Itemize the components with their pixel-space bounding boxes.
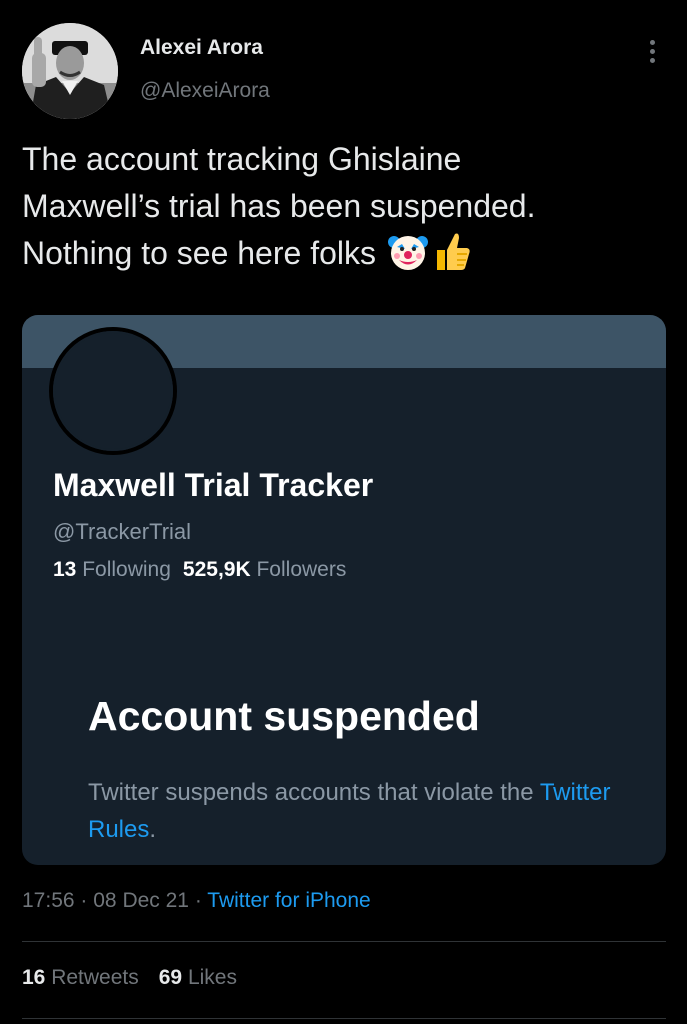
more-options-icon[interactable] [640,36,664,66]
clown-face-emoji [387,230,429,285]
tweet-line: Maxwell’s trial has been suspended. [22,188,536,224]
likes-stat[interactable]: 69 Likes [159,966,237,989]
tweet-source-link[interactable]: Twitter for iPhone [207,889,370,912]
card-stats: 13 Following 525,9K Followers [53,558,346,582]
embedded-account-card[interactable]: Maxwell Trial Tracker @TrackerTrial 13 F… [22,315,666,865]
tweet-line: The account tracking Ghislaine [22,141,462,177]
following-label: Following [82,558,171,581]
tweet-text: The account tracking Ghislaine Maxwell’s… [22,136,662,285]
author-photo [22,23,118,119]
divider [22,1018,666,1019]
divider [22,941,666,942]
suspended-title: Account suspended [88,693,480,739]
card-account-handle: @TrackerTrial [53,519,192,544]
tweet-line: Nothing to see here folks [22,230,662,285]
suspended-description: Twitter suspends accounts that violate t… [88,779,611,843]
card-avatar [49,327,177,455]
author-name[interactable]: Alexei Arora [140,36,263,60]
retweets-stat[interactable]: 16 Retweets [22,966,139,989]
author-avatar[interactable] [22,23,118,119]
following-count: 13 [53,558,77,581]
followers-label: Followers [256,558,347,581]
engagement-stats: 16 Retweets 69 Likes [22,966,237,990]
card-account-name: Maxwell Trial Tracker [53,467,374,503]
followers-count: 525,9K [182,558,251,581]
thumbs-up-emoji [431,230,471,285]
tweet-time[interactable]: 17:56 [22,889,75,912]
author-handle[interactable]: @AlexeiArora [140,79,270,103]
tweet-meta: 17:56 · 08 Dec 21 · Twitter for iPhone [22,889,371,912]
tweet-date[interactable]: 08 Dec 21 [93,889,189,912]
